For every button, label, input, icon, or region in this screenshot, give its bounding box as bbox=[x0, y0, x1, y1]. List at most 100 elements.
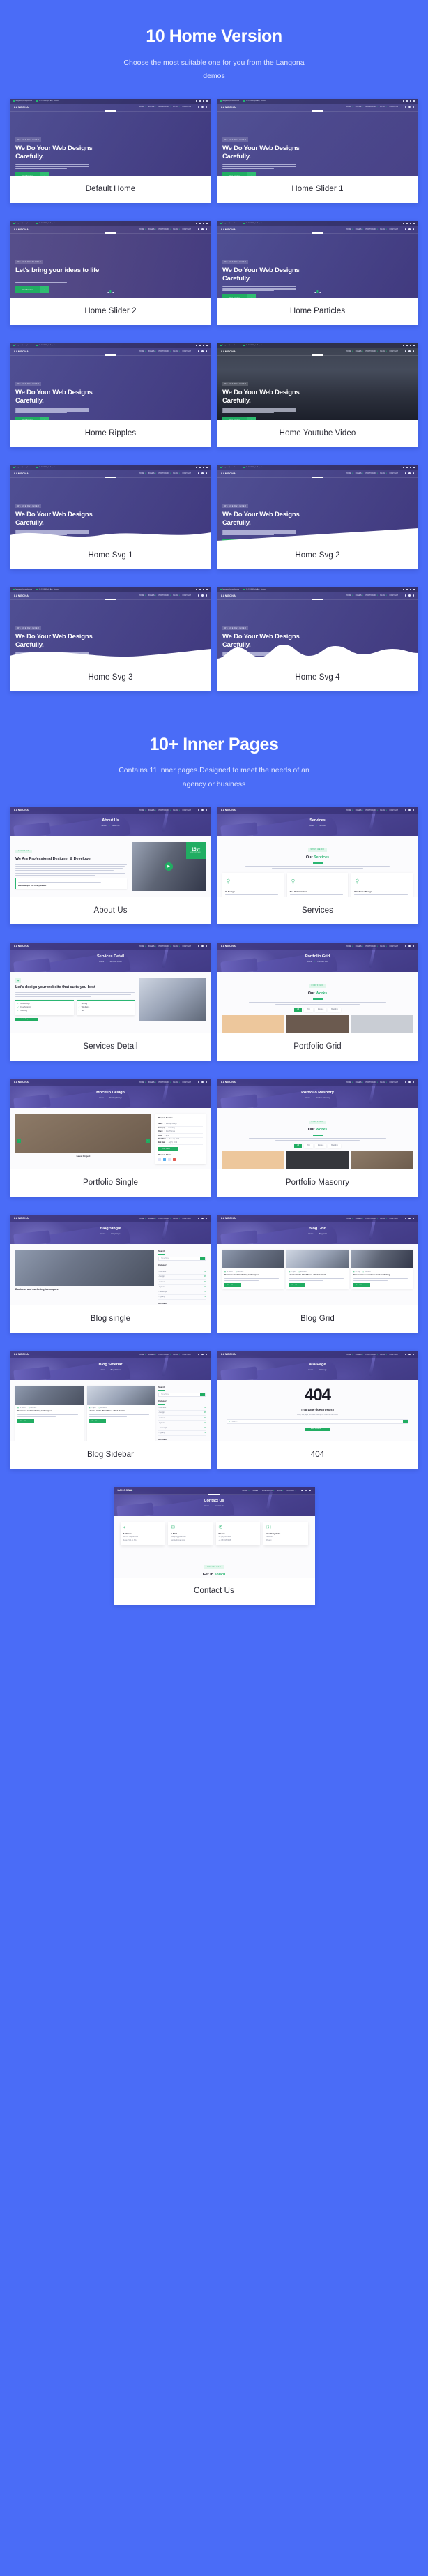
demo-thumbnail[interactable]: langona@example.com 13-12 W Maple Ave, D… bbox=[10, 220, 211, 298]
nav-item-contact[interactable]: CONTACT▾ bbox=[390, 228, 400, 230]
nav-item-blog[interactable]: BLOG▾ bbox=[380, 1081, 387, 1084]
facebook-icon[interactable] bbox=[195, 588, 198, 591]
nav-item-home[interactable]: HOME▾ bbox=[346, 350, 353, 352]
inner-page-card[interactable]: LANGONA. HOME▾ PAGES▾ PORTFOLIO▾ BLOG▾ CONTA… bbox=[217, 1215, 418, 1333]
cart-icon[interactable] bbox=[201, 228, 204, 230]
cart-icon[interactable] bbox=[201, 1353, 204, 1356]
twitter-icon[interactable] bbox=[406, 100, 408, 103]
category-row[interactable]: - JQuery 79 bbox=[158, 1295, 206, 1300]
mini-nav-links[interactable]: HOME▾ PAGES▾ PORTFOLIO▾ BLOG▾ CONTACT▾ bbox=[139, 945, 207, 948]
category-row[interactable]: - Design 38 bbox=[158, 1411, 206, 1416]
demo-thumbnail[interactable]: langona@example.com 13-12 W Maple Ave, D… bbox=[10, 98, 211, 176]
pinterest-icon[interactable] bbox=[202, 100, 205, 103]
nav-item-contact[interactable]: CONTACT▾ bbox=[183, 350, 193, 352]
category-row[interactable]: - Javascript 73 bbox=[158, 1289, 206, 1295]
cart-icon[interactable] bbox=[408, 350, 411, 352]
mini-nav-icons[interactable] bbox=[197, 809, 207, 811]
hero-cta-button[interactable]: Get Started› bbox=[15, 172, 49, 176]
brand-logo[interactable]: LANGONA. bbox=[14, 594, 30, 597]
hero-cta-button[interactable]: Get Started› bbox=[15, 417, 49, 420]
search-box[interactable]: Type Here* bbox=[158, 1256, 206, 1261]
nav-item-blog[interactable]: BLOG▾ bbox=[173, 350, 180, 352]
nav-item-blog[interactable]: BLOG▾ bbox=[173, 594, 180, 597]
nav-item-portfolio[interactable]: PORTFOLIO▾ bbox=[365, 106, 377, 108]
mini-nav-links[interactable]: HOME▾ PAGES▾ PORTFOLIO▾ BLOG▾ CONTACT▾ bbox=[139, 472, 207, 474]
inner-page-card[interactable]: LANGONA. HOME▾ PAGES▾ PORTFOLIO▾ BLOG▾ CONTA… bbox=[217, 943, 418, 1061]
brand-logo[interactable]: LANGONA. bbox=[221, 228, 237, 231]
demo-card[interactable]: langona@example.com 13-12 W Maple Ave, D… bbox=[10, 465, 211, 569]
search-icon[interactable] bbox=[197, 350, 200, 352]
nav-item-pages[interactable]: PAGES▾ bbox=[148, 594, 156, 597]
inner-page-thumbnail[interactable]: LANGONA. HOME▾ PAGES▾ PORTFOLIO▾ BLOG▾ CONTA… bbox=[10, 807, 211, 898]
nav-item-pages[interactable]: PAGES▾ bbox=[356, 809, 363, 811]
brand-logo[interactable]: LANGONA. bbox=[118, 1489, 134, 1492]
mini-nav-links[interactable]: HOME▾ PAGES▾ PORTFOLIO▾ BLOG▾ CONTACT▾ bbox=[346, 228, 414, 230]
pinterest-icon[interactable] bbox=[202, 466, 205, 469]
inner-page-thumbnail[interactable]: LANGONA. HOME▾ PAGES▾ PORTFOLIO▾ BLOG▾ CONTA… bbox=[113, 1487, 315, 1578]
prev-arrow-icon[interactable]: ‹ bbox=[17, 1139, 21, 1144]
mini-nav-links[interactable]: HOME▾ PAGES▾ PORTFOLIO▾ BLOG▾ CONTACT▾ bbox=[139, 350, 207, 352]
search-icon[interactable] bbox=[404, 945, 407, 948]
menu-icon[interactable] bbox=[309, 1489, 311, 1492]
instagram-icon[interactable] bbox=[413, 466, 415, 469]
twitter-icon[interactable] bbox=[406, 588, 408, 591]
inner-page-thumbnail[interactable]: LANGONA. HOME▾ PAGES▾ PORTFOLIO▾ BLOG▾ CONTA… bbox=[217, 1215, 418, 1306]
mini-nav-icons[interactable] bbox=[197, 1081, 207, 1084]
search-icon[interactable] bbox=[200, 1257, 205, 1261]
category-row[interactable]: - Business 29 bbox=[158, 1270, 206, 1275]
mini-social-icons[interactable] bbox=[195, 466, 208, 469]
nav-item-portfolio[interactable]: PORTFOLIO▾ bbox=[158, 1081, 170, 1084]
back-to-home-button[interactable]: Back To Home bbox=[305, 1427, 330, 1431]
nav-item-blog[interactable]: BLOG▾ bbox=[380, 945, 387, 948]
mini-nav-links[interactable]: HOME▾ PAGES▾ PORTFOLIO▾ BLOG▾ CONTACT▾ bbox=[346, 1354, 414, 1356]
inner-page-thumbnail[interactable]: LANGONA. HOME▾ PAGES▾ PORTFOLIO▾ BLOG▾ CONTA… bbox=[217, 807, 418, 898]
facebook-icon[interactable] bbox=[402, 588, 405, 591]
lets-play-button[interactable]: Let's Play bbox=[15, 1017, 38, 1021]
nav-item-blog[interactable]: BLOG▾ bbox=[380, 594, 387, 597]
menu-icon[interactable] bbox=[412, 350, 414, 352]
menu-icon[interactable] bbox=[205, 809, 207, 811]
menu-icon[interactable] bbox=[205, 1217, 207, 1220]
pinterest-icon[interactable] bbox=[202, 588, 205, 591]
mini-nav-icons[interactable] bbox=[197, 350, 207, 352]
nav-item-portfolio[interactable]: PORTFOLIO▾ bbox=[365, 350, 377, 352]
arrow-right-icon[interactable]: › bbox=[40, 417, 49, 420]
nav-item-pages[interactable]: PAGES▾ bbox=[356, 228, 363, 230]
nav-item-contact[interactable]: CONTACT▾ bbox=[390, 1354, 400, 1356]
blog-post-card[interactable]: ▦ 10 March ❏ Business Business and marke… bbox=[15, 1386, 84, 1442]
pinterest-icon[interactable] bbox=[202, 344, 205, 347]
inner-page-thumbnail[interactable]: LANGONA. HOME▾ PAGES▾ PORTFOLIO▾ BLOG▾ CONTA… bbox=[10, 943, 211, 1034]
portfolio-filter-all[interactable]: All bbox=[294, 1007, 302, 1012]
nav-item-contact[interactable]: CONTACT▾ bbox=[183, 1218, 193, 1220]
nav-item-blog[interactable]: BLOG▾ bbox=[173, 1354, 180, 1356]
nav-item-blog[interactable]: BLOG▾ bbox=[173, 945, 180, 948]
twitter-icon[interactable] bbox=[406, 222, 408, 225]
facebook-icon[interactable] bbox=[195, 344, 198, 347]
mini-nav-icons[interactable] bbox=[197, 228, 207, 230]
search-icon[interactable] bbox=[197, 1081, 200, 1084]
nav-item-pages[interactable]: PAGES▾ bbox=[148, 350, 156, 352]
search-icon[interactable] bbox=[404, 106, 407, 108]
nav-item-blog[interactable]: BLOG▾ bbox=[380, 809, 387, 811]
nav-item-contact[interactable]: CONTACT▾ bbox=[183, 945, 193, 948]
brand-logo[interactable]: LANGONA. bbox=[14, 106, 30, 109]
portfolio-filter-branding[interactable]: Branding bbox=[328, 1007, 341, 1012]
menu-icon[interactable] bbox=[205, 1081, 207, 1084]
portfolio-tile[interactable] bbox=[351, 1014, 413, 1034]
cart-icon[interactable] bbox=[408, 1081, 411, 1084]
facebook-icon[interactable] bbox=[195, 100, 198, 103]
search-icon[interactable] bbox=[404, 594, 407, 597]
nav-item-home[interactable]: HOME▾ bbox=[139, 350, 146, 352]
menu-icon[interactable] bbox=[412, 472, 414, 474]
nav-item-pages[interactable]: PAGES▾ bbox=[356, 472, 363, 474]
brand-logo[interactable]: LANGONA. bbox=[14, 1081, 30, 1084]
facebook-icon[interactable] bbox=[402, 344, 405, 347]
breadcrumb-home[interactable]: Home bbox=[204, 1505, 209, 1507]
instagram-icon[interactable] bbox=[413, 344, 415, 347]
brand-logo[interactable]: LANGONA. bbox=[221, 350, 237, 353]
mini-nav-links[interactable]: HOME▾ PAGES▾ PORTFOLIO▾ BLOG▾ CONTACT▾ bbox=[139, 1218, 207, 1220]
breadcrumb-home[interactable]: Home bbox=[99, 961, 104, 963]
facebook-icon[interactable] bbox=[158, 1158, 161, 1161]
nav-item-contact[interactable]: CONTACT▾ bbox=[183, 809, 193, 811]
mini-nav-links[interactable]: HOME▾ PAGES▾ PORTFOLIO▾ BLOG▾ CONTACT▾ bbox=[139, 594, 207, 597]
